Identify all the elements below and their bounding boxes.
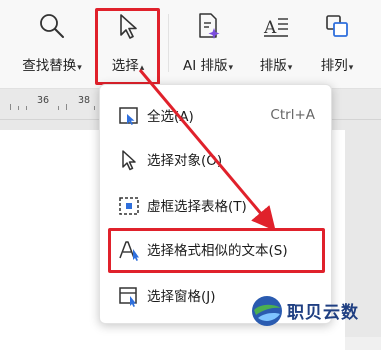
arrange-button[interactable]: 排列▾ [310, 6, 364, 82]
watermark-logo: 职贝云数 [250, 292, 380, 332]
logo-globe-icon [252, 296, 282, 326]
ruler-label: 36 [37, 95, 50, 106]
find-replace-button[interactable]: 查找替换▾ [16, 6, 88, 82]
ruler-tick [94, 106, 95, 110]
menu-item-label: 选择窗格(J) [147, 289, 216, 305]
layout-label: 排版 [259, 58, 287, 74]
menu-item-highlight [108, 228, 325, 273]
menu-item-label: 选择对象(O) [147, 153, 223, 169]
cursor-arrow-icon [122, 150, 136, 171]
chevron-down-icon: ▾ [348, 63, 354, 73]
ruler-label: 38 [78, 95, 91, 106]
chevron-down-icon: ▾ [77, 63, 82, 73]
ai-layout-label: AI 排版 [182, 58, 228, 74]
chevron-down-icon: ▾ [228, 63, 234, 73]
arrange-icon [322, 6, 352, 46]
select-all-icon [119, 107, 138, 125]
menu-item-select-all[interactable]: 全选(A) Ctrl+A [100, 95, 331, 135]
chevron-down-icon: ▾ [287, 63, 293, 73]
find-replace-label: 查找替换 [22, 58, 77, 74]
menu-item-label: 全选(A) [147, 109, 194, 125]
ai-document-icon [193, 6, 223, 46]
select-dropdown-menu: 全选(A) Ctrl+A 选择对象(O) 虚框选择表格(T) 选择格式相似的文本… [99, 84, 332, 324]
ai-layout-button[interactable]: AI 排版▾ [176, 6, 240, 82]
select-button-highlight [95, 8, 160, 85]
shortcut-label: Ctrl+A [270, 107, 315, 123]
ruler-tick [10, 104, 11, 110]
layout-button[interactable]: A 排版▾ [250, 6, 302, 82]
svg-text:A: A [263, 18, 277, 38]
menu-item-select-objects[interactable]: 选择对象(O) [100, 139, 331, 179]
toolbar-divider [168, 14, 169, 72]
ruler-tick [66, 104, 67, 110]
ruler-tick [26, 106, 27, 110]
pane-icon [119, 287, 137, 307]
text-align-icon: A [261, 6, 291, 46]
dashed-frame-icon [119, 197, 139, 215]
search-icon [37, 6, 67, 46]
watermark-text: 职贝云数 [287, 303, 359, 323]
ribbon-toolbar: 查找替换▾ 选择▴ AI 排版▾ A 排版▾ 排列▾ [0, 0, 381, 89]
ruler-tick [18, 106, 19, 110]
arrange-label: 排列 [320, 58, 348, 74]
menu-item-dashed-frame-select-table[interactable]: 虚框选择表格(T) [100, 185, 331, 225]
menu-item-label: 虚框选择表格(T) [147, 199, 247, 215]
ruler-tick [58, 106, 59, 110]
